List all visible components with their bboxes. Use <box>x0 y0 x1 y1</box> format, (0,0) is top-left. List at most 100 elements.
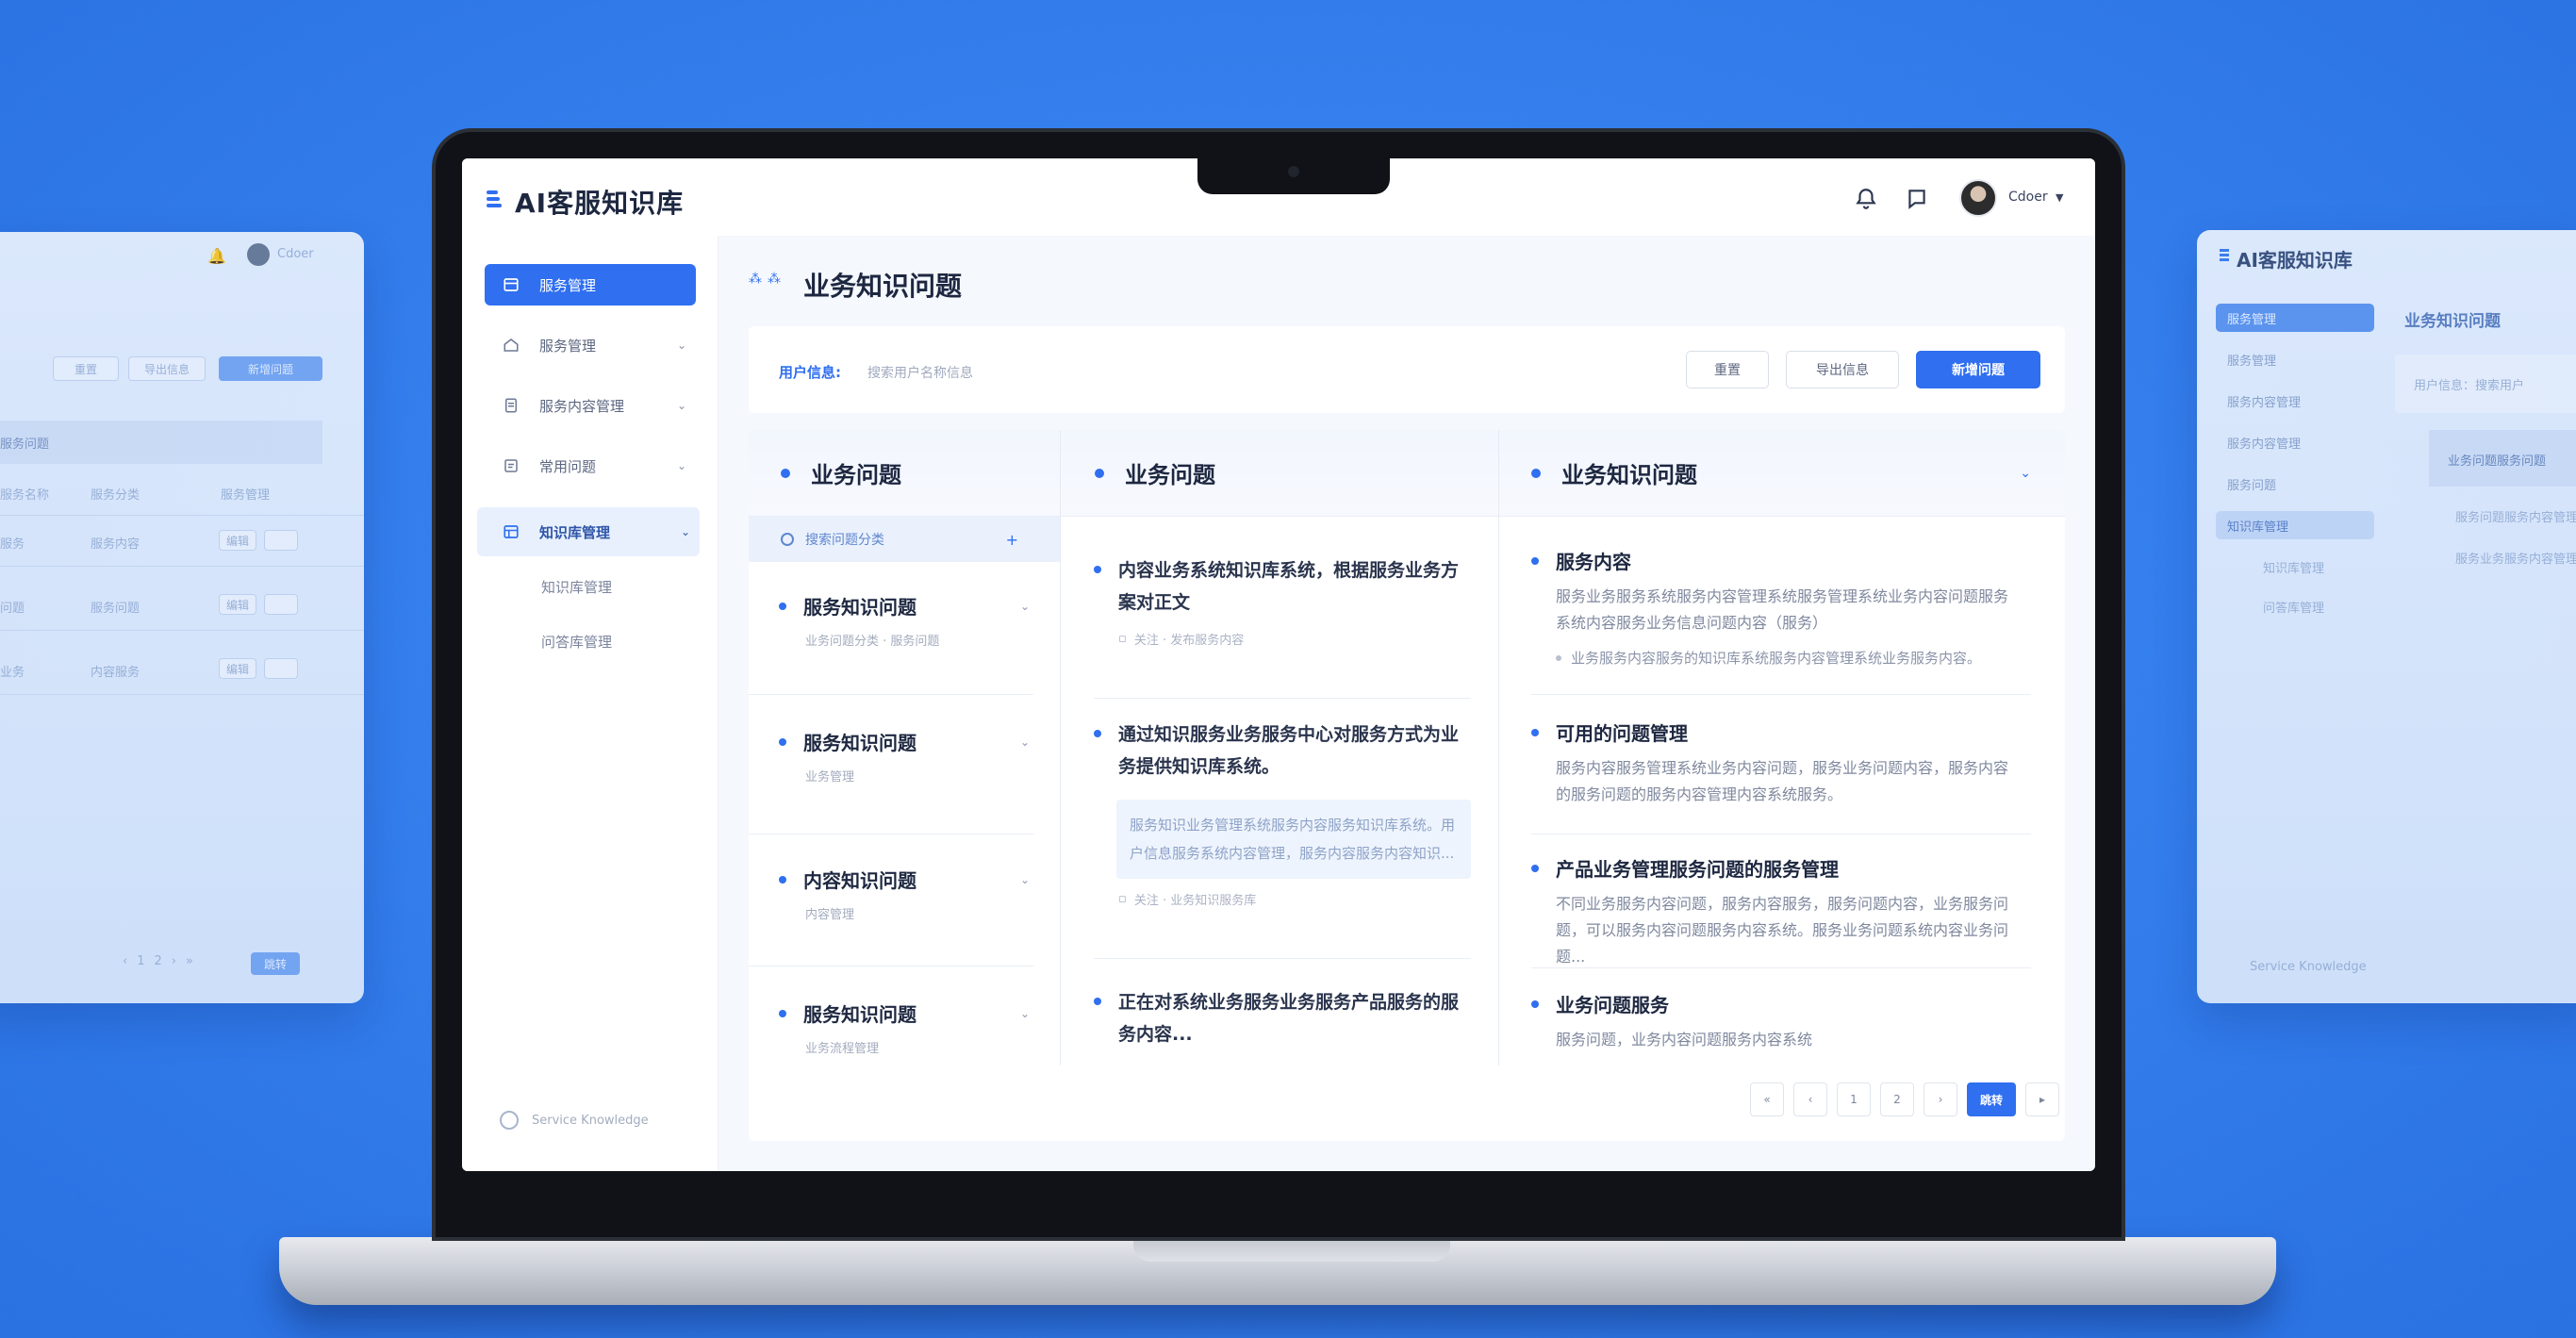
table-cell: 服务问题 <box>91 602 140 616</box>
delete-button[interactable] <box>264 658 298 679</box>
plus-icon[interactable]: + <box>1006 531 1018 549</box>
bell-icon[interactable] <box>1854 187 1878 211</box>
page-number-button[interactable]: 2 <box>1880 1082 1914 1116</box>
message-icon[interactable] <box>1905 187 1929 211</box>
detail-item[interactable]: 产品业务管理服务问题的服务管理 不同业务服务内容问题，服务内容服务，服务问题内容… <box>1531 854 2018 970</box>
detail-title: 服务内容 <box>1556 551 1631 573</box>
sidebar-item-knowledge[interactable]: 知识库管理 ⌄ <box>477 507 700 556</box>
page-number-button[interactable]: 1 <box>1837 1082 1871 1116</box>
detail-item[interactable]: 可用的问题管理 服务内容服务管理系统业务内容问题，服务业务问题内容，服务内容的服… <box>1531 719 2018 808</box>
ghost-nav-item[interactable]: 服务管理 <box>2216 304 2374 332</box>
ghost-nav-item[interactable]: 服务内容管理 <box>2216 428 2374 456</box>
avatar <box>247 243 270 266</box>
category-search-text: 搜索问题分类 <box>805 533 884 548</box>
page-title: 业务知识问题 <box>803 271 963 302</box>
col-type: 服务分类 <box>91 488 140 503</box>
detail-item[interactable]: 服务内容 服务业务服务系统服务内容管理系统服务管理系统业务内容问题服务系统内容服… <box>1531 547 2018 668</box>
sidebar-item-faq[interactable]: 常用问题 ⌄ <box>485 445 696 487</box>
sidebar-item-content[interactable]: 服务内容管理 ⌄ <box>485 385 696 426</box>
export-button[interactable]: 导出信息 <box>1786 351 1899 388</box>
chevron-right-icon[interactable]: ▸ <box>2025 1082 2059 1116</box>
list-item[interactable]: 服务知识问题 业务管理 ⌄ <box>779 728 1033 785</box>
bullet-icon <box>781 468 790 478</box>
camera-notch <box>1197 157 1390 194</box>
edit-button[interactable]: 编辑 <box>219 594 256 615</box>
sidebar: 服务管理 服务管理 ⌄ 服务内容管理 ⌄ 常用问题 ⌄ 知识库管理 ⌄ 知识库管… <box>462 236 718 1171</box>
item-sub: 业务问题分类 · 服务问题 <box>805 635 940 649</box>
search-input[interactable]: 搜索用户名称信息 <box>867 363 973 382</box>
detail-note: 业务服务内容服务的知识库系统服务内容管理系统业务服务内容。 <box>1571 650 1982 667</box>
answer-item[interactable]: 通过知识服务业务服务中心对服务方式为业务提供知识库系统。 服务知识业务管理系统服… <box>1094 719 1471 908</box>
search-icon <box>781 533 794 546</box>
detail-item[interactable]: 业务问题服务 服务问题，业务内容问题服务内容系统 <box>1531 990 2018 1053</box>
reset-button[interactable]: 重置 <box>1686 351 1769 388</box>
ghost-nav-item[interactable]: 服务内容管理 <box>2216 387 2374 415</box>
help-icon[interactable] <box>500 1111 519 1130</box>
sidebar-subitem-knowledge[interactable]: 知识库管理 <box>541 577 612 597</box>
chevron-down-icon[interactable]: ⌄ <box>1020 1007 1030 1020</box>
chevron-down-icon: ⌄ <box>676 339 686 352</box>
ghost-nav-item[interactable]: 服务问题 <box>2216 470 2374 498</box>
pagination: « ‹ 1 2 › 跳转 ▸ <box>1750 1082 2059 1116</box>
table-icon <box>502 522 520 541</box>
edit-button[interactable]: 编辑 <box>219 530 256 551</box>
bullet-icon <box>1556 654 1561 661</box>
col-name: 服务名称 <box>0 488 50 503</box>
answer-note: 关注 · 业务知识服务库 <box>1133 894 1257 908</box>
page-next-button[interactable]: › <box>1924 1082 1957 1116</box>
add-question-button[interactable]: 新增问题 <box>1916 351 2040 388</box>
answer-item[interactable]: 正在对系统业务服务业务服务产品服务的服务内容... <box>1094 986 1471 1050</box>
list-item[interactable]: 服务知识问题 业务问题分类 · 服务问题 ⌄ <box>779 592 1033 649</box>
sidebar-item-label: 服务管理 <box>539 337 597 355</box>
category-search[interactable]: 搜索问题分类 + <box>749 517 1060 562</box>
bullet-icon <box>779 737 786 746</box>
reset-button[interactable]: 重置 <box>53 356 119 381</box>
list-item[interactable]: 服务知识问题 业务流程管理 ⌄ <box>779 999 1033 1056</box>
avatar[interactable] <box>1959 179 1997 217</box>
bullet-icon <box>1531 728 1539 736</box>
page-prev-button[interactable]: ‹ <box>1793 1082 1827 1116</box>
page-jump-button[interactable]: 跳转 <box>1967 1082 2016 1116</box>
export-button[interactable]: 导出信息 <box>128 356 206 381</box>
app-title: AI客服知识库 <box>515 188 685 219</box>
bullet-icon <box>779 602 786 610</box>
ghost-pager-jump[interactable]: 跳转 <box>251 952 300 975</box>
ghost-nav-item[interactable]: 服务管理 <box>2216 345 2374 373</box>
user-name[interactable]: Cdoer <box>2008 190 2048 205</box>
chevron-down-icon[interactable]: ⌄ <box>1020 873 1030 886</box>
bullet-icon <box>1094 998 1101 1005</box>
chevron-down-icon[interactable]: ▼ <box>2056 191 2063 204</box>
answer-item[interactable]: 内容业务系统知识库系统，根据服务业务方案对正文 ▫ 关注 · 发布服务内容 <box>1094 554 1471 648</box>
sidebar-item-service[interactable]: 服务管理 <box>485 264 696 306</box>
table-cell: 服务 <box>0 537 25 552</box>
ghost-page-title: 业务知识问题 <box>2404 312 2501 331</box>
delete-button[interactable] <box>264 594 298 615</box>
ghost-nav-item-active[interactable]: 知识库管理 <box>2216 511 2374 539</box>
sidebar-item-label: 常用问题 <box>539 457 597 475</box>
main-content: ⁂ ⁂ 业务知识问题 用户信息: 搜索用户名称信息 重置 导出信息 新增问题 业务… <box>718 236 2095 1171</box>
table-head-label: 服务问题 <box>0 438 50 452</box>
sidebar-item-service-2[interactable]: 服务管理 ⌄ <box>485 324 696 366</box>
chevron-down-icon[interactable]: ⌄ <box>1020 600 1030 613</box>
bullet-icon <box>1531 556 1539 565</box>
col-manage: 服务管理 <box>221 488 271 503</box>
bullet-icon <box>1094 730 1101 737</box>
sidebar-footer: Service Knowledge <box>500 1111 649 1130</box>
page-first-button[interactable]: « <box>1750 1082 1784 1116</box>
chevron-down-icon[interactable]: ⌄ <box>2020 466 2031 481</box>
list-item[interactable]: 内容知识问题 内容管理 ⌄ <box>779 866 1033 922</box>
item-title: 服务知识问题 <box>803 1003 916 1026</box>
sidebar-subitem-qa[interactable]: 问答库管理 <box>541 632 612 652</box>
edit-button[interactable]: 编辑 <box>219 658 256 679</box>
bullet-icon <box>779 875 786 884</box>
bullet-icon <box>779 1009 786 1017</box>
add-button[interactable]: 新增问题 <box>219 356 322 381</box>
chevron-down-icon: ⌄ <box>680 525 690 538</box>
logo-icon <box>2220 249 2229 261</box>
camera-icon <box>1288 166 1299 177</box>
delete-button[interactable] <box>264 530 298 551</box>
chevron-down-icon[interactable]: ⌄ <box>1020 735 1030 749</box>
detail-title: 业务问题服务 <box>1556 994 1669 1016</box>
column-title: 业务知识问题 <box>1561 462 1697 488</box>
column-header: 业务知识问题 ⌄ <box>1499 430 2065 517</box>
